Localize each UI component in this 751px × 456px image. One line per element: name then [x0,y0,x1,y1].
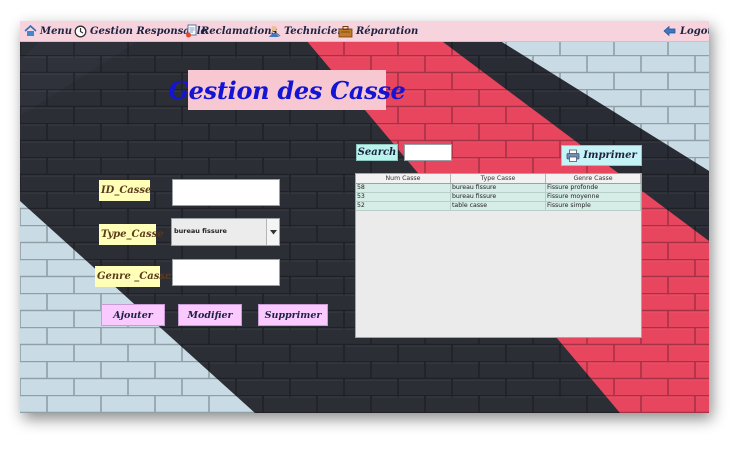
toolbox-icon [338,25,353,37]
table-cell: bureau fissure [451,193,546,201]
imprimer-button[interactable]: Imprimer [561,145,642,166]
dropdown-arrow-icon[interactable] [266,219,279,245]
technician-icon [269,25,281,37]
document-icon [186,24,197,38]
menu-reparation-label: Réparation [356,25,419,37]
table-cell: 52 [356,202,451,210]
column-header-num-casse[interactable]: Num Casse [356,174,451,183]
table-cell: 58 [356,184,451,192]
type-casse-selected-value: bureau fissure [174,227,227,235]
page-title: Gestion des Casse [168,75,406,105]
type-casse-label: Type_Casse [99,224,164,245]
genre-casse-label: Genre _Casse [95,266,171,287]
table-cell: Fissure profonde [546,184,641,192]
ajouter-button[interactable]: Ajouter [101,304,165,326]
logout-arrow-icon [663,25,676,37]
search-input[interactable] [404,144,452,161]
menu-reclamations-label: Reclamations [201,25,278,37]
table-cell: table casse [451,202,546,210]
table-cell: bureau fissure [451,184,546,192]
table-header: Num Casse Type Casse Genre Casse [356,174,641,184]
app-window: Menu Gestion Responsable Reclamations Te… [20,21,709,413]
menu-reparation-item[interactable]: Réparation [338,22,418,40]
menu-bar: Menu Gestion Responsable Reclamations Te… [20,21,709,42]
page-title-box: Gestion des Casse [168,70,406,110]
imprimer-label: Imprimer [583,150,637,161]
table-row[interactable]: 53 bureau fissure Fissure moyenne [356,193,641,202]
table-row[interactable]: 58 bureau fissure Fissure profonde [356,184,641,193]
search-label: Search [356,144,398,161]
table-cell: Fissure moyenne [546,193,641,201]
table-cell: Fissure simple [546,202,641,210]
menu-home-label: Menu [40,25,72,37]
supprimer-button[interactable]: Supprimer [258,304,328,326]
casse-table[interactable]: Num Casse Type Casse Genre Casse 58 bure… [355,173,642,338]
id-casse-label: ID_Casse [99,180,151,201]
id-casse-input[interactable] [172,179,280,206]
home-icon [24,25,37,36]
menu-reclamations-item[interactable]: Reclamations [185,22,277,40]
clock-icon [74,25,87,37]
menu-logout-label: Logout [680,25,709,37]
table-cell: 53 [356,193,451,201]
menu-logout-item[interactable]: Logout [663,22,709,40]
type-casse-select[interactable]: bureau fissure [171,218,280,246]
printer-icon [566,149,580,162]
menu-home-item[interactable]: Menu [24,22,72,40]
genre-casse-input[interactable] [172,259,280,286]
column-header-type-casse[interactable]: Type Casse [451,174,546,183]
table-row[interactable]: 52 table casse Fissure simple [356,202,641,211]
column-header-genre-casse[interactable]: Genre Casse [546,174,641,183]
modifier-button[interactable]: Modifier [178,304,242,326]
